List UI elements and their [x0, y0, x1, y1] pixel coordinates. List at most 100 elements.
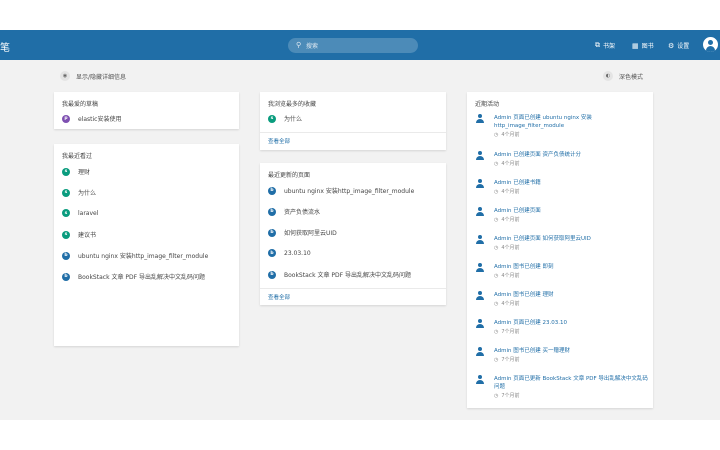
list-item[interactable]: b BookStack 文章 PDF 导出乱解决中文乱码问题 [268, 270, 411, 279]
activity-text[interactable]: Admin 页面已更新 BookStack 文章 PDF 导出乱解决中文乱码 问… [494, 375, 650, 391]
search-input[interactable]: ⚲ 搜索 [288, 38, 418, 53]
activity-time: ◷ 7个月前 [494, 356, 520, 364]
clock-icon: ◷ [494, 188, 499, 195]
activity-text[interactable]: Admin 页面已创建 ubuntu nginx 安装 http_image_f… [494, 114, 650, 130]
shelf-icon: s [62, 188, 70, 197]
activity-time: ◷ 4个月前 [494, 131, 520, 139]
toggle-details-button[interactable]: ◉ 显示/隐藏详细信息 [60, 71, 126, 81]
activity-text[interactable]: Admin 已创建页面 如何获取阿里云UID [494, 235, 650, 243]
list-item[interactable]: s 建议书 [62, 230, 96, 239]
shelf-icon: s [268, 114, 276, 123]
page-icon: p [62, 114, 70, 123]
activity-text[interactable]: Admin 图书已创建 买一赠理财 [494, 347, 650, 355]
list-item[interactable]: b ubuntu nginx 安装http_image_filter_modul… [62, 251, 208, 260]
brand-logo[interactable]: 笔 [0, 39, 10, 54]
user-avatar-icon [475, 114, 484, 123]
nav-books-label: 图书 [641, 43, 654, 50]
moon-icon: ◐ [603, 71, 613, 81]
recent-pages-card: 最近更新的页面 b ubuntu nginx 安装http_image_filt… [260, 163, 446, 305]
nav-books[interactable]: ▦ 图书 [632, 41, 654, 51]
toggle-details-label: 显示/隐藏详细信息 [76, 73, 127, 81]
item-label: BookStack 文章 PDF 导出乱解决中文乱码问题 [284, 272, 411, 279]
activity-time: ◷ 4个月前 [494, 160, 520, 168]
item-label: elastic安装使用 [78, 116, 122, 123]
favorites-title: 我最爱的草稿 [62, 101, 99, 108]
list-item[interactable]: s 理财 [62, 167, 90, 176]
item-label: 为什么 [78, 190, 97, 197]
user-avatar-icon [475, 179, 484, 188]
book-icon: b [268, 207, 276, 216]
item-label: 23.03.10 [284, 249, 311, 257]
clock-icon: ◷ [494, 328, 499, 335]
activity-text[interactable]: Admin 已创建页面 资产负债统计分 [494, 151, 650, 159]
activity-text[interactable]: Admin 图书已创建 即刻 [494, 263, 650, 271]
activity-text[interactable]: Admin 图书已创建 理财 [494, 291, 650, 299]
item-label: laravel [78, 209, 99, 217]
bottom-margin [0, 420, 720, 450]
activity-text[interactable]: Admin 页面已创建 23.03.10 [494, 319, 650, 327]
activity-title: 近期活动 [475, 101, 500, 108]
settings-icon: ⚙ [668, 41, 675, 50]
item-label: 资产负债流水 [284, 209, 321, 216]
user-avatar-icon [475, 375, 484, 384]
nav-shelves[interactable]: ⧉ 书架 [595, 41, 615, 50]
divider [260, 132, 446, 133]
top-margin [0, 0, 720, 30]
search-icon: ⚲ [296, 41, 302, 49]
dark-mode-button[interactable]: ◐ 深色模式 [603, 71, 643, 81]
book-icon: b [268, 228, 276, 237]
activity-text[interactable]: Admin 已创建书籍 [494, 179, 650, 187]
avatar-head-icon [708, 40, 713, 45]
book-icon: b [268, 270, 276, 279]
activity-time: ◷ 4个月前 [494, 188, 520, 196]
recently-viewed-title: 我最近看过 [62, 153, 93, 160]
nav-shelves-label: 书架 [603, 43, 616, 50]
list-item[interactable]: b ubuntu nginx 安装http_image_filter_modul… [268, 186, 414, 195]
book-icon: b [62, 251, 70, 260]
nav-settings[interactable]: ⚙ 设置 [668, 41, 690, 51]
activity-time: ◷ 4个月前 [494, 216, 520, 224]
item-label: 理财 [78, 169, 91, 176]
recent-pages-view-all-link[interactable]: 查看全部 [268, 293, 290, 301]
list-item[interactable]: b 23.03.10 [268, 249, 311, 257]
popular-view-all-link[interactable]: 查看全部 [268, 137, 290, 145]
list-item[interactable]: b 资产负债流水 [268, 207, 320, 216]
list-item[interactable]: b BookStack 文章 PDF 导出乱解决中文乱码问题 [62, 272, 205, 281]
user-avatar-icon [475, 319, 484, 328]
item-label: 如何获取阿里云UID [284, 230, 337, 237]
clock-icon: ◷ [494, 272, 499, 279]
item-label: ubuntu nginx 安装http_image_filter_module [284, 188, 415, 195]
activity-text[interactable]: Admin 已创建页面 [494, 207, 650, 215]
popular-title: 我浏览最多的收藏 [268, 101, 317, 108]
app-header: 笔 ⚲ 搜索 ⧉ 书架 ▦ 图书 ⚙ 设置 [0, 30, 720, 60]
book-icon: b [268, 186, 276, 195]
activity-time: ◷ 4个月前 [494, 300, 520, 308]
item-label: ubuntu nginx 安装http_image_filter_module [78, 253, 209, 260]
recent-pages-title: 最近更新的页面 [268, 172, 311, 179]
book-icon: b [268, 249, 276, 257]
activity-card: 近期活动 Admin 页面已创建 ubuntu nginx 安装 http_im… [467, 92, 653, 408]
popular-card: 我浏览最多的收藏 s 为什么 查看全部 [260, 92, 446, 150]
shelf-icon: ⧉ [595, 41, 600, 49]
item-label: 为什么 [284, 116, 303, 123]
list-item[interactable]: s 为什么 [268, 114, 302, 123]
books-icon: ▦ [632, 41, 639, 50]
list-item[interactable]: p elastic安装使用 [62, 114, 121, 123]
activity-time: ◷ 4个月前 [494, 272, 520, 280]
list-item[interactable]: b 如何获取阿里云UID [268, 228, 337, 237]
clock-icon: ◷ [494, 300, 499, 307]
nav-settings-label: 设置 [677, 43, 690, 50]
recently-viewed-card: 我最近看过 s 理财 s 为什么 s laravel s 建议书 b ubunt… [54, 144, 239, 346]
eye-icon: ◉ [60, 71, 70, 81]
user-avatar-icon [475, 347, 484, 356]
list-item[interactable]: s 为什么 [62, 188, 96, 197]
dark-mode-label: 深色模式 [619, 73, 644, 81]
item-label: 建议书 [78, 232, 97, 239]
user-avatar-icon [475, 291, 484, 300]
user-avatar[interactable] [703, 37, 718, 52]
favorites-card: 我最爱的草稿 p elastic安装使用 [54, 92, 239, 129]
list-item[interactable]: s laravel [62, 209, 98, 217]
activity-time: ◷ 7个月前 [494, 392, 520, 400]
clock-icon: ◷ [494, 216, 499, 223]
shelf-icon: s [62, 167, 70, 176]
